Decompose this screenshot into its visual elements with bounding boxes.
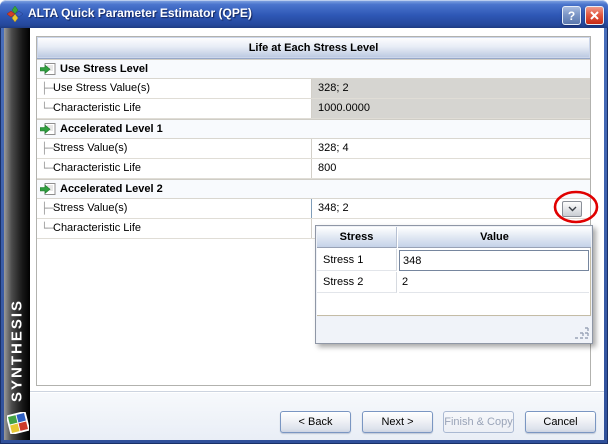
cancel-button[interactable]: Cancel [525,411,596,433]
close-icon [590,11,599,20]
popup-column-header-stress: Stress [317,227,397,248]
sidebar: SYNTHESIS [4,28,30,440]
table-row: ├─ Stress Value(s) 348; 2 [37,199,590,219]
popup-column-header-value: Value [398,227,591,248]
row-label: Characteristic Life [53,159,311,178]
close-button[interactable] [585,6,604,25]
tree-branch-glyph: ├─ [37,79,53,98]
resize-grip[interactable] [575,327,589,340]
use-characteristic-life-cell: 1000.0000 [311,99,590,118]
section-accelerated-level-1: Accelerated Level 1 [37,119,590,139]
row-label: Characteristic Life [53,219,311,238]
window-title: ALTA Quick Parameter Estimator (QPE) [28,6,252,20]
qpe-dialog: ALTA Quick Parameter Estimator (QPE) ? S… [0,0,608,444]
section-use-stress-level: Use Stress Level [37,59,590,79]
stress-values-popup: Stress Value Stress 1 348 Stress 2 2 [315,225,593,344]
wizard-page: Life at Each Stress Level Use Stress Lev… [30,28,604,440]
table-row: └─ Characteristic Life 1000.0000 [37,99,590,119]
stress-profile-icon [40,63,56,76]
titlebar: ALTA Quick Parameter Estimator (QPE) ? [0,0,608,28]
stress-values-dropdown-button[interactable] [562,201,582,217]
tree-branch-glyph: └─ [37,99,53,118]
synthesis-logo-icon [7,412,29,434]
back-button[interactable]: < Back [280,411,351,433]
section-title: Accelerated Level 2 [60,183,163,195]
section-title: Use Stress Level [60,63,148,75]
tree-branch-glyph: ├─ [37,199,53,218]
section-title: Accelerated Level 1 [60,123,163,135]
popup-stress-label: Stress 2 [317,272,397,293]
popup-footer [317,317,592,343]
table-header: Life at Each Stress Level [37,37,590,59]
use-stress-values-cell: 328; 2 [311,79,590,98]
tree-branch-glyph: └─ [37,219,53,238]
level1-stress-values-cell[interactable]: 328; 4 [311,139,590,158]
popup-stress2-value-cell[interactable]: 2 [399,272,589,293]
tree-branch-glyph: └─ [37,159,53,178]
popup-stress-label: Stress 1 [317,249,397,271]
row-label: Characteristic Life [53,99,311,118]
section-accelerated-level-2: Accelerated Level 2 [37,179,590,199]
chevron-down-icon [568,206,577,212]
brand-text: SYNTHESIS [7,212,27,402]
question-icon: ? [568,9,575,23]
level2-stress-values-editor[interactable]: 348; 2 [311,199,590,218]
table-row: ├─ Use Stress Value(s) 328; 2 [37,79,590,99]
tree-branch-glyph: ├─ [37,139,53,158]
row-label: Use Stress Value(s) [53,79,311,98]
app-pinwheel-icon [7,6,23,22]
popup-grid: Stress Value Stress 1 348 Stress 2 2 [317,227,591,316]
level1-characteristic-life-cell[interactable]: 800 [311,159,590,178]
table-row: ├─ Stress Value(s) 328; 4 [37,139,590,159]
popup-stress1-value-input[interactable]: 348 [399,250,589,271]
help-button[interactable]: ? [562,6,581,25]
finish-copy-button[interactable]: Finish & Copy [443,411,514,433]
stress-profile-icon [40,123,56,136]
next-button[interactable]: Next > [362,411,433,433]
button-bar: < Back Next > Finish & Copy Cancel [30,391,604,440]
stress-profile-icon [40,183,56,196]
table-row: └─ Characteristic Life 800 [37,159,590,179]
row-label: Stress Value(s) [53,199,311,218]
row-label: Stress Value(s) [53,139,311,158]
